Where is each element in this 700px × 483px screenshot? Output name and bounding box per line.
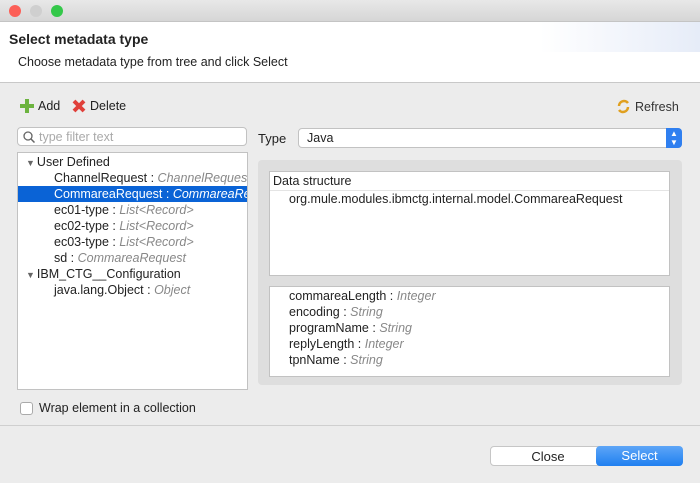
tree-item-type: Object (154, 283, 191, 297)
structure-panel: Data structure org.mule.modules.ibmctg.i… (258, 160, 682, 385)
wrap-collection-checkbox[interactable]: Wrap element in a collection (20, 401, 196, 415)
tree-item-name: java.lang.Object (54, 283, 144, 297)
field-row[interactable]: replyLength : Integer (270, 336, 669, 352)
field-name: tpnName (289, 353, 340, 367)
select-button[interactable]: Select (596, 446, 683, 466)
separator: : (368, 321, 380, 335)
type-label: Type (258, 131, 287, 146)
separator: : (147, 171, 158, 185)
maximize-window-button[interactable] (51, 5, 63, 17)
delete-label: Delete (90, 99, 127, 113)
disclosure-triangle-icon[interactable]: ▼ (26, 270, 35, 280)
divider (0, 425, 700, 426)
search-icon (23, 131, 35, 143)
wrap-label: Wrap element in a collection (39, 401, 196, 415)
delete-button[interactable]: Delete (72, 99, 126, 113)
field-name: replyLength (289, 337, 355, 351)
type-select[interactable]: Java ▲ ▼ (298, 128, 682, 148)
refresh-icon (617, 99, 630, 114)
field-type: Integer (396, 289, 436, 303)
tree-item-name: ec03-type (54, 235, 109, 249)
tree-item-type: ChannelRequest (157, 171, 247, 185)
separator: : (162, 187, 173, 201)
add-button[interactable]: Add (20, 99, 60, 113)
field-name: encoding (289, 305, 340, 319)
fields-list: commareaLength : Integer encoding : Strin… (269, 286, 670, 377)
tree-item-type: CommareaRequest (172, 187, 247, 201)
filter-placeholder: type filter text (39, 130, 114, 144)
tree-item-name: IBM_CTG__Configuration (36, 267, 181, 281)
header-decoration (540, 22, 700, 52)
tree-item-name: ChannelRequest (54, 171, 148, 185)
separator: : (339, 353, 351, 367)
field-type: String (350, 353, 383, 367)
tree-item[interactable]: ec03-type : List<Record> (18, 234, 247, 250)
field-row[interactable]: commareaLength : Integer (270, 288, 669, 304)
separator: : (143, 283, 155, 297)
tree-group[interactable]: ▼ IBM_CTG__Configuration (18, 266, 247, 282)
tree-group[interactable]: ▼ User Defined (18, 154, 247, 170)
close-button[interactable]: Close (490, 446, 606, 466)
checkbox[interactable] (20, 401, 33, 415)
data-structure-class[interactable]: org.mule.modules.ibmctg.internal.model.C… (270, 191, 669, 206)
separator: : (67, 251, 78, 265)
refresh-button[interactable]: Refresh (616, 99, 679, 114)
metadata-tree[interactable]: ▼ User Defined ChannelRequest : ChannelReq… (17, 152, 248, 390)
close-window-button[interactable] (9, 5, 21, 17)
field-row[interactable]: programName : String (270, 320, 669, 336)
field-row[interactable]: tpnName : String (270, 352, 669, 368)
tree-item-name: sd (54, 251, 68, 265)
tree-item-name: ec02-type (54, 219, 109, 233)
field-type: Integer (364, 337, 404, 351)
plus-icon (20, 99, 34, 113)
tree-item-type: List<Record> (119, 219, 194, 233)
tree-item-type: CommareaRequest (77, 251, 187, 265)
add-label: Add (38, 99, 61, 113)
dialog-title: Select metadata type (9, 31, 149, 47)
separator: : (108, 235, 120, 249)
field-type: String (350, 305, 383, 319)
field-type: String (379, 321, 412, 335)
tree-item[interactable]: CommareaRequest : CommareaRequest (18, 186, 247, 202)
separator: : (386, 289, 397, 303)
tree-item-name: CommareaRequest (54, 187, 163, 201)
title-bar (0, 0, 700, 22)
dialog-subtitle: Choose metadata type from tree and click… (18, 55, 288, 69)
tree-item-name: User Defined (36, 155, 110, 169)
disclosure-triangle-icon[interactable]: ▼ (26, 158, 35, 168)
field-name: commareaLength (289, 289, 387, 303)
filter-input[interactable]: type filter text (17, 127, 247, 146)
separator: : (108, 219, 120, 233)
tree-item-name: ec01-type (54, 203, 109, 217)
refresh-label: Refresh (635, 99, 679, 114)
data-structure-box: Data structure org.mule.modules.ibmctg.i… (269, 171, 670, 276)
tree-item[interactable]: ec01-type : List<Record> (18, 202, 247, 218)
tree-item[interactable]: java.lang.Object : Object (18, 282, 247, 298)
tree-item-type: List<Record> (119, 203, 194, 217)
type-value: Java (307, 131, 334, 145)
tree-item[interactable]: ec02-type : List<Record> (18, 218, 247, 234)
dialog-header: Select metadata type Choose metadata typ… (0, 22, 700, 83)
chevron-updown-icon: ▲ ▼ (666, 128, 682, 148)
field-row[interactable]: encoding : String (270, 304, 669, 320)
separator: : (339, 305, 351, 319)
minimize-window-button[interactable] (30, 5, 42, 17)
delete-x-icon (72, 99, 86, 113)
field-name: programName (289, 321, 369, 335)
separator: : (354, 337, 365, 351)
tree-item[interactable]: sd : CommareaRequest (18, 250, 247, 266)
data-structure-header: Data structure (270, 172, 669, 191)
separator: : (108, 203, 120, 217)
tree-item-type: List<Record> (119, 235, 194, 249)
tree-item[interactable]: ChannelRequest : ChannelRequest (18, 170, 247, 186)
